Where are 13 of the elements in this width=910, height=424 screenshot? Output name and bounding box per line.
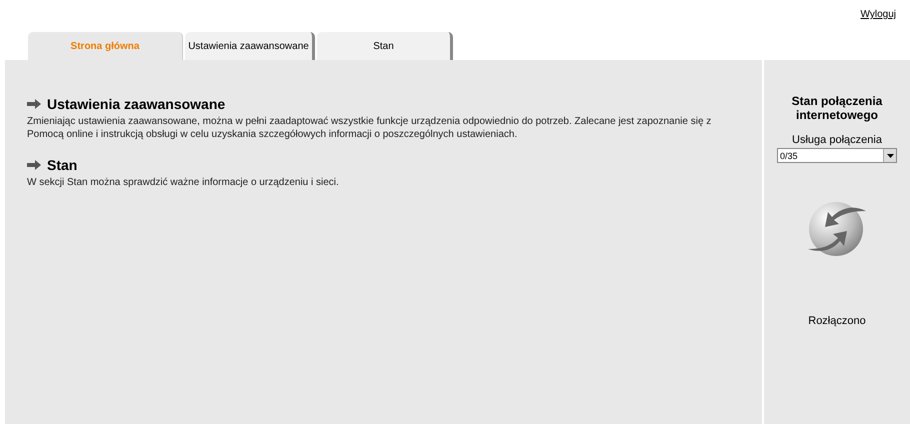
tab[interactable]: Stan	[317, 32, 453, 60]
section-description: W sekcji Stan można sprawdzić ważne informacje o urządzeniu i sieci.	[27, 176, 340, 189]
tab[interactable]: Ustawienia zaawansowane	[185, 32, 315, 60]
arrow-icon	[27, 160, 41, 170]
section-title[interactable]: Stan	[47, 157, 78, 173]
connection-status: Rozłączono	[808, 315, 866, 327]
service-dropdown[interactable]: 0/35	[777, 148, 897, 163]
section-description: Zmieniając ustawienia zaawansowane, można w pełni zaadaptować wszystkie funkcje urządzenia odpowiednio do potrzeb. Zalecane jest zapoznanie się z Pomocą online i instrukcją obsługi w celu uzyskania szczegółowych informacji o poszczególnych ustawieniach.	[27, 115, 712, 141]
logout-link[interactable]: Wyloguj	[860, 9, 896, 20]
sidebar-title: Stan połączenia internetowego	[790, 94, 884, 122]
service-label: Usługa połączenia	[792, 134, 882, 146]
section-title[interactable]: Ustawienia zaawansowane	[47, 96, 226, 112]
arrow-icon	[27, 99, 41, 109]
